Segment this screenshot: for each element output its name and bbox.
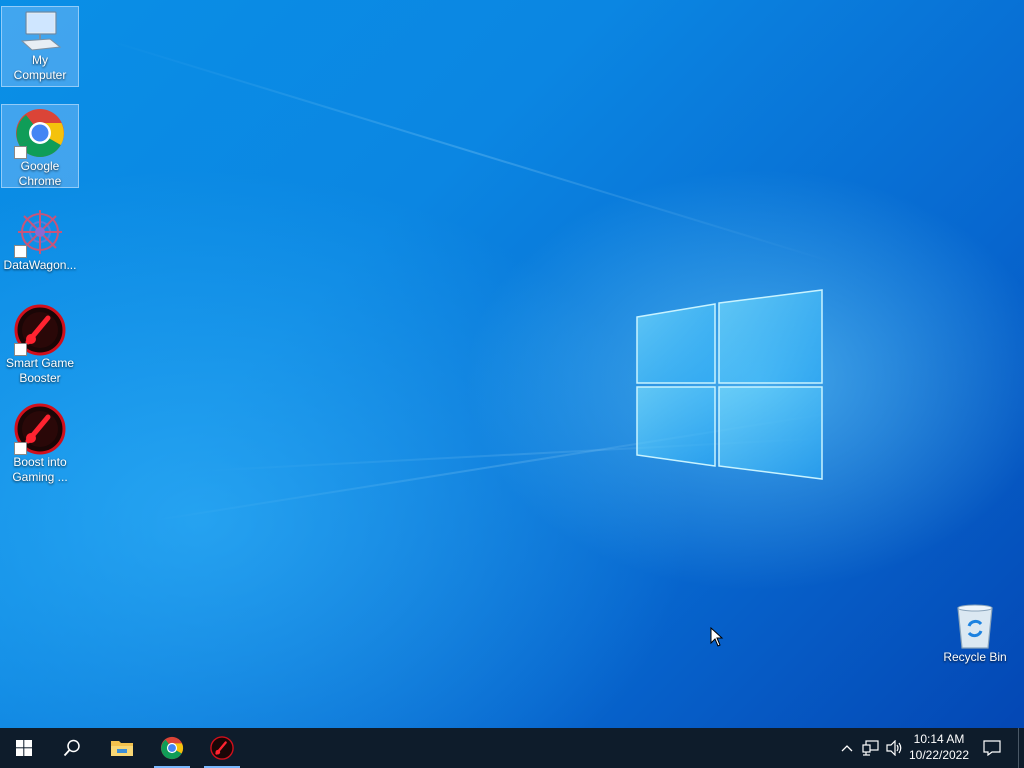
clock-time: 10:14 AM [913,732,965,746]
start-button[interactable] [0,728,48,768]
folder-icon [111,741,133,756]
game-booster-icon [14,304,66,356]
desktop-icon-label: Boost into Gaming ... [12,455,68,484]
network-icon [862,740,879,756]
chevron-up-icon [841,745,853,752]
wallpaper-windows-logo [636,289,823,480]
game-booster-icon [14,403,66,455]
network-button[interactable] [860,728,882,768]
show-desktop-button[interactable] [1018,728,1024,768]
desktop-icon-label: DataWagon... [3,258,77,272]
chrome-icon [14,107,66,159]
chrome-taskbar-button[interactable] [148,728,196,768]
chrome-icon [160,736,184,760]
search-icon [63,739,80,757]
shortcut-arrow-icon [14,442,27,455]
desktop-icon-datawagon[interactable]: DataWagon... [1,204,79,276]
shortcut-arrow-icon [14,343,27,356]
game-booster-taskbar-button[interactable] [198,728,246,768]
volume-icon [886,740,902,756]
desktop-icon-boost-into-gaming[interactable]: Boost into Gaming ... [1,401,79,488]
clock-date: 10/22/2022 [908,748,970,762]
search-button[interactable] [48,728,96,768]
desktop-icon-recycle-bin[interactable]: Recycle Bin [936,600,1014,668]
file-explorer-button[interactable] [98,728,146,768]
taskbar: 10:14 AM 10/22/2022 [0,728,1024,768]
desktop-icon-my-computer[interactable]: My Computer [1,6,79,87]
mouse-cursor-icon [710,627,724,647]
shortcut-arrow-icon [14,245,27,258]
notification-icon [983,740,1001,756]
desktop-icon-label: Smart Game Booster [5,356,74,385]
recycle-bin-icon [949,602,1001,650]
desktop-icon-google-chrome[interactable]: Google Chrome [1,104,79,188]
game-booster-icon [210,736,234,760]
action-center-button[interactable] [978,728,1006,768]
show-hidden-icons-button[interactable] [838,728,856,768]
shortcut-arrow-icon [14,146,27,159]
desktop-icon-label: Google Chrome [18,159,62,188]
desktop[interactable]: My Computer Google Chrome DataWagon... S… [0,0,1024,728]
volume-button[interactable] [884,728,906,768]
desktop-icon-smart-game-booster[interactable]: Smart Game Booster [1,302,79,389]
desktop-icon-label: My Computer [13,53,67,82]
datawagon-icon [14,206,66,258]
taskbar-clock[interactable]: 10:14 AM 10/22/2022 [906,731,972,763]
windows-logo-icon [16,740,32,756]
wallpaper-light-beam [109,40,837,265]
desktop-icon-label: Recycle Bin [943,650,1007,664]
computer-icon [14,9,66,53]
